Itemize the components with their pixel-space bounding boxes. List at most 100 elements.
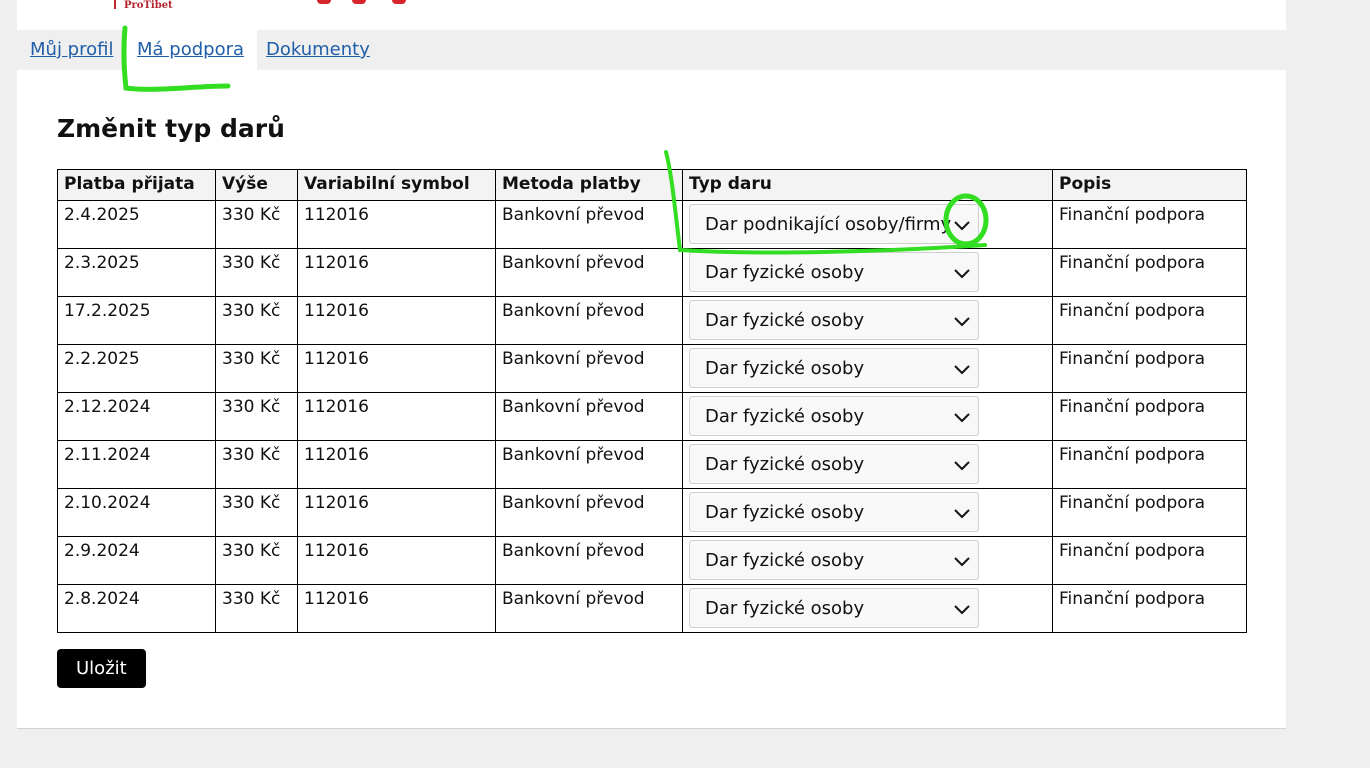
chevron-down-icon xyxy=(954,269,970,279)
cell-method: Bankovní převod xyxy=(495,440,683,489)
cell-type: Dar podnikající osoby/firmy xyxy=(682,200,1053,249)
cell-date: 2.10.2024 xyxy=(57,488,216,537)
donation-type-select[interactable]: Dar fyzické osoby xyxy=(689,492,979,532)
cell-vs: 112016 xyxy=(297,200,496,249)
cell-description: Finanční podpora xyxy=(1052,248,1247,297)
cell-vs: 112016 xyxy=(297,440,496,489)
tab-my-profile[interactable]: Můj profil xyxy=(17,30,126,70)
cell-type: Dar fyzické osoby xyxy=(682,248,1053,297)
select-value: Dar fyzické osoby xyxy=(705,597,865,619)
column-header: Platba přijata xyxy=(57,169,216,201)
cell-method: Bankovní převod xyxy=(495,200,683,249)
donation-type-select[interactable]: Dar fyzické osoby xyxy=(689,444,979,484)
cell-vs: 112016 xyxy=(297,584,496,633)
cell-date: 17.2.2025 xyxy=(57,296,216,345)
cell-description: Finanční podpora xyxy=(1052,296,1247,345)
chevron-down-icon xyxy=(954,461,970,471)
cell-description: Finanční podpora xyxy=(1052,536,1247,585)
cell-type: Dar fyzické osoby xyxy=(682,392,1053,441)
logo-text: ProTibet xyxy=(124,0,173,11)
select-value: Dar fyzické osoby xyxy=(705,309,865,331)
cell-type: Dar fyzické osoby xyxy=(682,488,1053,537)
column-header: Výše xyxy=(215,169,298,201)
cell-description: Finanční podpora xyxy=(1052,440,1247,489)
cell-date: 2.2.2025 xyxy=(57,344,216,393)
cell-amount: 330 Kč xyxy=(215,488,298,537)
cell-vs: 112016 xyxy=(297,296,496,345)
top-header: ProTibet xyxy=(17,0,1286,30)
page-title: Změnit typ darů xyxy=(57,114,285,143)
tab-my-support[interactable]: Má podpora xyxy=(124,30,258,70)
donation-type-select[interactable]: Dar fyzické osoby xyxy=(689,348,979,388)
table-row: 2.3.2025 330 Kč 112016 Bankovní převod Dar f… xyxy=(57,248,1247,297)
donation-type-select[interactable]: Dar fyzické osoby xyxy=(689,540,979,580)
donation-type-select[interactable]: Dar fyzické osoby xyxy=(689,588,979,628)
site-title-clipped xyxy=(297,0,427,4)
donation-type-select[interactable]: Dar podnikající osoby/firmy xyxy=(689,204,979,244)
column-header: Metoda platby xyxy=(495,169,683,201)
cell-method: Bankovní převod xyxy=(495,488,683,537)
chevron-down-icon xyxy=(954,365,970,375)
select-value: Dar fyzické osoby xyxy=(705,501,865,523)
cell-vs: 112016 xyxy=(297,488,496,537)
table-row: 2.10.2024 330 Kč 112016 Bankovní převod Dar … xyxy=(57,488,1247,537)
table-header-row: Platba přijata Výše Variabilní symbol Me… xyxy=(57,169,1247,201)
cell-method: Bankovní převod xyxy=(495,296,683,345)
select-value: Dar fyzické osoby xyxy=(705,549,865,571)
cell-method: Bankovní převod xyxy=(495,392,683,441)
cell-vs: 112016 xyxy=(297,536,496,585)
chevron-down-icon xyxy=(954,557,970,567)
cell-amount: 330 Kč xyxy=(215,200,298,249)
tab-bar: Můj profil Má podpora Dokumenty xyxy=(17,30,1286,70)
chevron-down-icon xyxy=(954,221,970,231)
cell-method: Bankovní převod xyxy=(495,584,683,633)
table-row: 2.8.2024 330 Kč 112016 Bankovní převod Dar f… xyxy=(57,584,1247,633)
cell-amount: 330 Kč xyxy=(215,584,298,633)
cell-amount: 330 Kč xyxy=(215,536,298,585)
cell-vs: 112016 xyxy=(297,392,496,441)
donation-type-select[interactable]: Dar fyzické osoby xyxy=(689,252,979,292)
donation-type-select[interactable]: Dar fyzické osoby xyxy=(689,300,979,340)
table-row: 2.4.2025 330 Kč 112016 Bankovní převod Dar p… xyxy=(57,200,1247,249)
cell-description: Finanční podpora xyxy=(1052,200,1247,249)
cell-description: Finanční podpora xyxy=(1052,392,1247,441)
column-header: Variabilní symbol xyxy=(297,169,496,201)
table-row: 17.2.2025 330 Kč 112016 Bankovní převod Dar … xyxy=(57,296,1247,345)
table-row: 2.9.2024 330 Kč 112016 Bankovní převod Dar f… xyxy=(57,536,1247,585)
table-row: 2.11.2024 330 Kč 112016 Bankovní převod Dar … xyxy=(57,440,1247,489)
select-value: Dar fyzické osoby xyxy=(705,261,865,283)
column-header: Popis xyxy=(1052,169,1247,201)
cell-type: Dar fyzické osoby xyxy=(682,296,1053,345)
select-value: Dar fyzické osoby xyxy=(705,357,865,379)
cell-type: Dar fyzické osoby xyxy=(682,440,1053,489)
column-header: Typ daru xyxy=(682,169,1053,201)
cell-type: Dar fyzické osoby xyxy=(682,344,1053,393)
table-row: 2.2.2025 330 Kč 112016 Bankovní převod Dar f… xyxy=(57,344,1247,393)
cell-method: Bankovní převod xyxy=(495,536,683,585)
save-button[interactable]: Uložit xyxy=(57,649,146,688)
cell-date: 2.8.2024 xyxy=(57,584,216,633)
chevron-down-icon xyxy=(954,509,970,519)
select-value: Dar fyzické osoby xyxy=(705,453,865,475)
tab-documents[interactable]: Dokumenty xyxy=(253,30,383,70)
table-row: 2.12.2024 330 Kč 112016 Bankovní převod Dar … xyxy=(57,392,1247,441)
cell-amount: 330 Kč xyxy=(215,344,298,393)
cell-date: 2.11.2024 xyxy=(57,440,216,489)
cell-date: 2.3.2025 xyxy=(57,248,216,297)
select-value: Dar fyzické osoby xyxy=(705,405,865,427)
main-content: Změnit typ darů Platba přijata Výše Vari… xyxy=(17,70,1286,729)
cell-description: Finanční podpora xyxy=(1052,488,1247,537)
cell-type: Dar fyzické osoby xyxy=(682,584,1053,633)
cell-date: 2.9.2024 xyxy=(57,536,216,585)
cell-method: Bankovní převod xyxy=(495,248,683,297)
cell-amount: 330 Kč xyxy=(215,392,298,441)
cell-vs: 112016 xyxy=(297,248,496,297)
donation-type-select[interactable]: Dar fyzické osoby xyxy=(689,396,979,436)
cell-amount: 330 Kč xyxy=(215,296,298,345)
chevron-down-icon xyxy=(954,413,970,423)
cell-vs: 112016 xyxy=(297,344,496,393)
cell-date: 2.4.2025 xyxy=(57,200,216,249)
chevron-down-icon xyxy=(954,605,970,615)
cell-date: 2.12.2024 xyxy=(57,392,216,441)
cell-amount: 330 Kč xyxy=(215,440,298,489)
